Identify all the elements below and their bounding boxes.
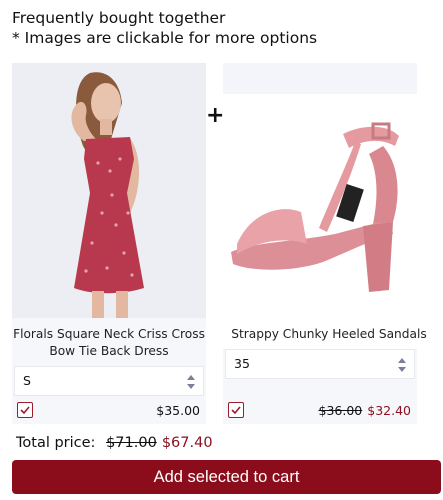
- size-select-value: 35: [234, 356, 250, 371]
- price-sandals-sale: $32.40: [367, 403, 411, 418]
- select-arrows-icon: [398, 358, 406, 372]
- bundle-heading: Frequently bought together * Images are …: [12, 8, 317, 48]
- price-sandals-original: $36.00: [318, 403, 363, 418]
- price-sandals: $36.00 $32.40: [319, 403, 412, 419]
- include-checkbox-sandals[interactable]: [228, 402, 244, 418]
- dress-image[interactable]: [12, 63, 206, 318]
- product-card-dress: Florals Square Neck Criss Cross Bow Tie …: [12, 63, 206, 424]
- include-checkbox-dress[interactable]: [17, 402, 33, 418]
- checkmark-icon: [20, 406, 30, 415]
- add-selected-to-cart-button[interactable]: Add selected to cart: [12, 460, 441, 494]
- bundle-title: Frequently bought together: [12, 9, 226, 27]
- product-name-dress[interactable]: Florals Square Neck Criss Cross Bow Tie …: [12, 326, 206, 360]
- total-price: Total price: $71.00 $67.40: [16, 433, 213, 453]
- sandal-image[interactable]: [223, 94, 417, 349]
- select-arrows-icon: [187, 375, 195, 389]
- size-select-value: S: [23, 373, 31, 388]
- checkmark-icon: [231, 406, 241, 415]
- bundle-subtitle: * Images are clickable for more options: [12, 29, 318, 47]
- size-select-sandals[interactable]: 35: [225, 349, 415, 379]
- total-sale-price: $67.40: [161, 435, 213, 451]
- total-label: Total price:: [16, 435, 96, 451]
- price-dress: $35.00: [156, 403, 200, 419]
- product-name-sandals[interactable]: Strappy Chunky Heeled Sandals: [219, 326, 439, 343]
- price-dress-value: $35.00: [156, 403, 200, 418]
- product-card-sandals: Strappy Chunky Heeled Sandals 35 $36.00 $…: [223, 63, 427, 424]
- size-select-dress[interactable]: S: [14, 366, 204, 396]
- image-top-band: [223, 63, 417, 94]
- total-original-price: $71.00: [106, 435, 157, 451]
- plus-icon: +: [206, 103, 225, 128]
